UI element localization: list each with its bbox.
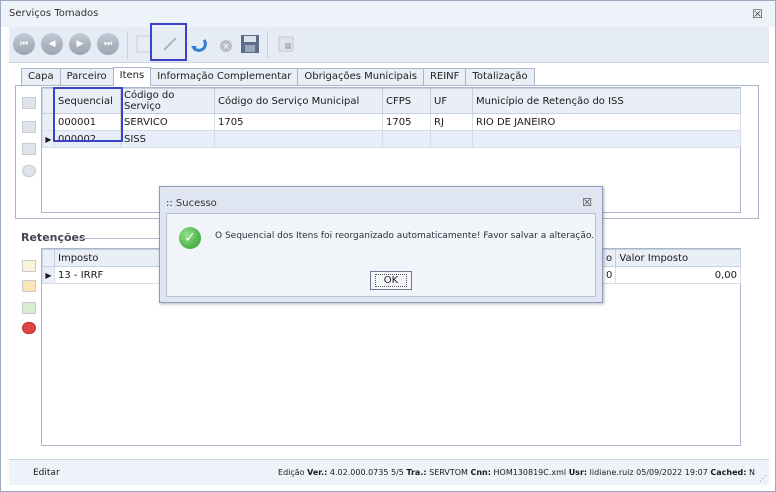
- delete-retencao-icon[interactable]: [22, 322, 36, 334]
- edit-row-icon[interactable]: [22, 121, 36, 133]
- column-header[interactable]: UF: [430, 88, 473, 114]
- edit-retencao-icon[interactable]: [22, 280, 36, 292]
- table-cell[interactable]: 0,00: [615, 266, 741, 284]
- next-record-icon[interactable]: ▶: [69, 33, 91, 55]
- dialog-message: O Sequencial dos Itens foi reorganizado …: [215, 231, 595, 241]
- column-header[interactable]: Valor Imposto: [615, 249, 741, 267]
- success-check-icon: ✓: [179, 227, 201, 249]
- table-cell[interactable]: RIO DE JANEIRO: [472, 113, 741, 131]
- add-row-icon[interactable]: [22, 97, 36, 109]
- status-bar: Editar Edição Ver.: 4.02.000.0735 5/5 Tr…: [9, 459, 769, 485]
- table-cell[interactable]: 1705: [214, 113, 383, 131]
- add-retencao-icon[interactable]: [22, 260, 36, 272]
- table-cell[interactable]: SERVICO: [120, 113, 215, 131]
- column-header[interactable]: CFPS: [382, 88, 431, 114]
- table-cell[interactable]: RJ: [430, 113, 473, 131]
- dialog-body: ✓ O Sequencial dos Itens foi reorganizad…: [166, 213, 596, 297]
- status-cnn-label: Cnn:: [470, 468, 491, 477]
- tab-obrigacoes-municipais[interactable]: Obrigações Municipais: [297, 68, 424, 85]
- column-header[interactable]: Código do Serviço: [120, 88, 215, 114]
- ok-button-label: OK: [374, 274, 408, 287]
- resize-grip-icon[interactable]: ⋰: [759, 474, 767, 483]
- tab-strip: Capa Parceiro Itens Informação Complemen…: [21, 67, 535, 86]
- status-tra-label: Tra.:: [406, 468, 427, 477]
- success-dialog: :: Sucesso ☒ ✓ O Sequencial dos Itens fo…: [159, 186, 603, 303]
- status-usr-label: Usr:: [568, 468, 588, 477]
- table-cell[interactable]: [430, 130, 473, 148]
- tab-informacao-complementar[interactable]: Informação Complementar: [150, 68, 299, 85]
- lock-icon[interactable]: [275, 33, 297, 55]
- column-header[interactable]: Município de Retenção do ISS: [472, 88, 741, 114]
- tab-totalizacao[interactable]: Totalização: [465, 68, 535, 85]
- tab-reinf[interactable]: REINF: [422, 68, 467, 85]
- sequencial-highlight: [53, 87, 123, 142]
- undo-icon[interactable]: [187, 33, 209, 55]
- table-cell[interactable]: [472, 130, 741, 148]
- tab-itens[interactable]: Itens: [112, 67, 152, 86]
- insert-row-icon[interactable]: [22, 143, 36, 155]
- save-icon[interactable]: [239, 33, 261, 55]
- table-cell[interactable]: [214, 130, 383, 148]
- status-cached: N: [749, 468, 755, 477]
- status-info: Edição Ver.: 4.02.000.0735 5/5 Tra.: SER…: [278, 468, 755, 477]
- retencoes-label: Retenções: [21, 231, 86, 244]
- first-record-icon[interactable]: ⏮: [13, 33, 35, 55]
- status-ver-label: Ver.:: [307, 468, 328, 477]
- status-usr: lidiane.ruiz 05/09/2022 19:07: [589, 468, 708, 477]
- tab-parceiro[interactable]: Parceiro: [59, 68, 114, 85]
- table-header-row: Sequencial Código do Serviço Código do S…: [42, 88, 741, 114]
- delete-row-icon[interactable]: [22, 165, 36, 177]
- toolbar: ⏮ ◀ ▶ ⏭ ×: [9, 27, 769, 63]
- status-ver: 4.02.000.0735 5/5: [329, 468, 404, 477]
- retencoes-divider: [79, 238, 169, 239]
- status-cached-label: Cached:: [710, 468, 747, 477]
- toolbar-separator: [127, 31, 128, 59]
- table-cell[interactable]: 1705: [382, 113, 431, 131]
- svg-text:×: ×: [222, 42, 230, 52]
- ok-button[interactable]: OK: [370, 271, 412, 290]
- status-edicao: Edição: [278, 468, 305, 477]
- column-header[interactable]: o: [601, 249, 617, 267]
- last-record-icon[interactable]: ⏭: [97, 33, 119, 55]
- title-bar: Serviços Tomados ☒: [1, 1, 775, 27]
- items-table: Sequencial Código do Serviço Código do S…: [42, 88, 741, 148]
- window-title: Serviços Tomados: [9, 8, 99, 19]
- status-cnn: HOM130819C.xml: [493, 468, 567, 477]
- previous-record-icon[interactable]: ◀: [41, 33, 63, 55]
- status-mode: Editar: [33, 468, 60, 478]
- row-indicator-header: [42, 249, 55, 267]
- edit-button-highlight: [150, 23, 187, 61]
- dialog-close-icon[interactable]: ☒: [582, 196, 592, 209]
- current-row-indicator-icon: ▶: [42, 266, 55, 284]
- status-tra: SERVTOM: [429, 468, 468, 477]
- table-cell[interactable]: SISS: [120, 130, 215, 148]
- close-icon[interactable]: ☒: [752, 7, 763, 21]
- table-row[interactable]: ▶ 000002 SISS: [42, 130, 741, 148]
- table-row[interactable]: 000001 SERVICO 1705 1705 RJ RIO DE JANEI…: [42, 113, 741, 131]
- column-header[interactable]: Código do Serviço Municipal: [214, 88, 383, 114]
- dialog-title: :: Sucesso: [166, 198, 217, 209]
- table-cell[interactable]: 0: [601, 266, 617, 284]
- delete-icon[interactable]: ×: [215, 33, 237, 55]
- insert-retencao-icon[interactable]: [22, 302, 36, 314]
- retencoes-side-toolbar: [19, 248, 39, 348]
- items-side-toolbar: [19, 87, 39, 217]
- main-window: Serviços Tomados ☒ ⏮ ◀ ▶ ⏭ × Capa Parcei…: [0, 0, 776, 492]
- table-cell[interactable]: [382, 130, 431, 148]
- toolbar-separator: [267, 31, 268, 59]
- tab-capa[interactable]: Capa: [21, 68, 61, 85]
